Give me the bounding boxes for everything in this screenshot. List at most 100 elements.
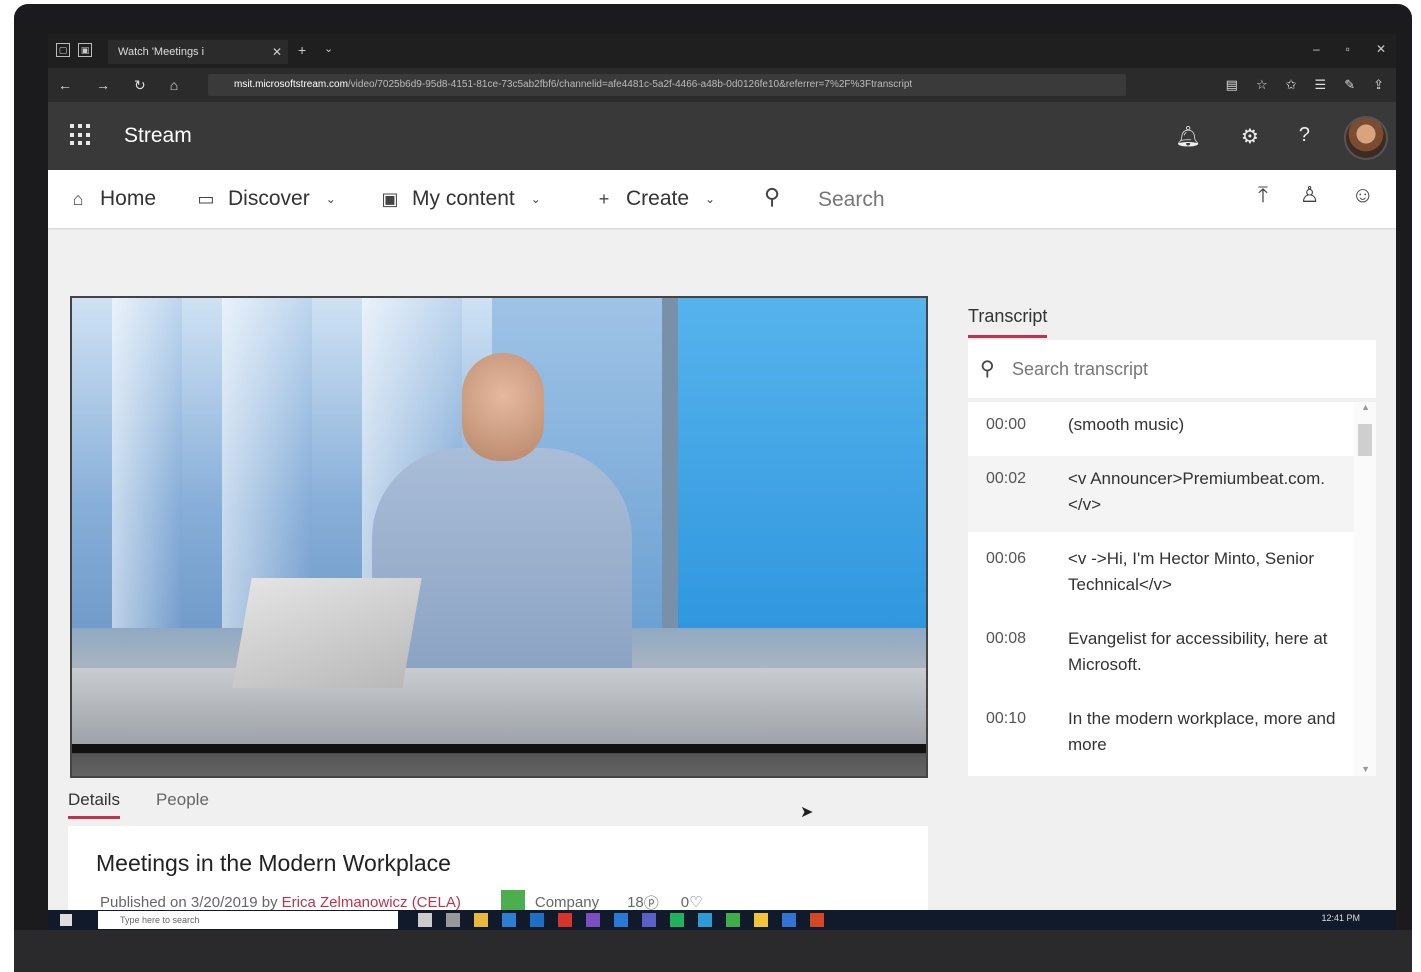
pen-icon[interactable]: ✎ (1344, 77, 1355, 93)
transcript-heading[interactable]: Transcript (968, 306, 1048, 338)
app-yellow-icon[interactable] (754, 913, 768, 927)
url-host: msit.microsoftstream.com (234, 79, 348, 90)
refresh-icon[interactable]: ↻ (134, 77, 146, 94)
transcript-text: <v ->Hi, I'm Hector Minto, Senior Techni… (1068, 549, 1315, 594)
close-icon[interactable]: ✕ (272, 40, 282, 64)
bell-icon[interactable]: 🔔︎ (1176, 124, 1201, 149)
new-tab-icon[interactable]: + (298, 42, 306, 58)
share-icon[interactable]: ⇪ (1373, 77, 1384, 93)
powerpoint-icon[interactable] (810, 913, 824, 927)
transcript-scrollbar[interactable]: ▲ ▼ (1354, 402, 1376, 776)
transcript-entry[interactable]: 00:08 Evangelist for accessibility, here… (968, 616, 1354, 692)
transcript-list: 00:00 (smooth music) 00:02 <v Announcer>… (968, 402, 1376, 776)
app-title[interactable]: Stream (124, 124, 192, 148)
search-icon[interactable]: ⚲ (764, 184, 780, 210)
chevron-up-icon[interactable]: ▲ (1361, 402, 1370, 412)
plus-icon: + (598, 188, 610, 209)
heart-icon[interactable]: ♡ (689, 893, 702, 911)
favorites-bar-icon[interactable]: ✩ (1286, 77, 1297, 93)
tab-set-aside-icon[interactable]: ▢ (56, 43, 70, 57)
hub-icon[interactable]: ☰ (1315, 77, 1327, 93)
transcript-time: 00:06 (986, 550, 1027, 567)
video-title: Meetings in the Modern Workplace (96, 850, 451, 876)
app-launcher-icon[interactable] (70, 124, 92, 146)
transcript-entry[interactable]: 00:10 In the modern workplace, more and … (968, 696, 1354, 772)
nav-right-actions: ⤒ ♙ ☺ (1258, 182, 1374, 208)
app-green-icon[interactable] (670, 913, 684, 927)
app-header: Stream 🔔︎ ⚙ ? (48, 102, 1396, 170)
transcript-text: Evangelist for accessibility, here at Mi… (1068, 629, 1328, 674)
outlook-icon[interactable] (530, 913, 544, 927)
word-icon[interactable] (782, 913, 796, 927)
nav-create-label: Create (626, 187, 690, 210)
favorite-icon[interactable]: ☆ (1256, 77, 1268, 93)
help-icon[interactable]: ? (1299, 124, 1310, 149)
gear-icon[interactable]: ⚙ (1241, 124, 1259, 149)
upload-icon[interactable]: ⤒ (1258, 182, 1268, 208)
tab-preview-icon[interactable]: ▣ (78, 43, 92, 57)
my-content-icon: ▣ (381, 188, 399, 209)
tab-actions: ▢ ▣ (56, 43, 92, 57)
reading-view-icon[interactable]: ▤ (1226, 77, 1238, 93)
transcript-text: <v Announcer>Premiumbeat.com.</v> (1068, 469, 1326, 514)
home-icon: ⌂ (72, 188, 84, 209)
tab-details[interactable]: Details (68, 790, 120, 819)
home-icon[interactable]: ⌂ (170, 77, 178, 94)
transcript-time: 00:10 (986, 710, 1027, 727)
avatar[interactable] (1344, 116, 1388, 160)
chevron-down-icon: ⌄ (325, 192, 336, 206)
transcript-time: 00:00 (986, 416, 1027, 433)
url-path: /video/7025b6d9-95d8-4151-81ce-73c5ab2fb… (347, 79, 913, 90)
teams-icon[interactable] (642, 913, 656, 927)
os-taskbar: Type here to search 12:41 PM (48, 910, 1396, 930)
back-icon[interactable]: ← (58, 77, 72, 94)
taskbar-clock: 12:41 PM (1321, 913, 1360, 923)
taskbar-search-input[interactable]: Type here to search (98, 911, 398, 929)
header-actions: 🔔︎ ⚙ ? (1176, 124, 1310, 149)
search-icon: ⚲ (980, 358, 995, 380)
app-red-icon[interactable] (558, 913, 572, 927)
tab-people[interactable]: People (156, 790, 209, 819)
nav-home[interactable]: ⌂ Home (66, 187, 156, 211)
browser-tab[interactable]: Watch 'Meetings i ✕ (108, 40, 288, 64)
close-window-icon[interactable]: ✕ (1376, 42, 1386, 56)
nav-my-content[interactable]: ▣ My content ⌄ (378, 187, 540, 211)
taskbar-apps (418, 913, 824, 927)
nav-my-content-label: My content (412, 187, 515, 210)
windows-start-icon[interactable] (60, 914, 72, 926)
scrollbar-thumb[interactable] (1358, 424, 1372, 456)
transcript-entry[interactable]: 00:06 <v ->Hi, I'm Hector Minto, Senior … (968, 536, 1354, 612)
browser-toolbar-right: ▤ ☆ ✩ ☰ ✎ ⇪ (1226, 77, 1384, 93)
forward-icon[interactable]: → (96, 77, 110, 94)
discover-icon: ▭ (197, 188, 215, 209)
cortana-icon[interactable] (418, 913, 432, 927)
chevron-down-icon[interactable]: ⌄ (324, 42, 333, 55)
edge-icon[interactable] (502, 913, 516, 927)
author-link[interactable]: Erica Zelmanowicz (CELA) (282, 894, 461, 911)
video-controls-bar[interactable] (72, 744, 926, 776)
minimize-icon[interactable]: – (1313, 42, 1320, 56)
maximize-icon[interactable]: ▫ (1346, 42, 1350, 56)
url-field[interactable]: msit.microsoftstream.com/video/7025b6d9-… (208, 74, 1126, 96)
transcript-entry[interactable]: 00:00 (smooth music) (968, 402, 1354, 452)
transcript-search-input[interactable]: Search transcript (1012, 359, 1148, 380)
nav-discover[interactable]: ▭ Discover ⌄ (194, 187, 336, 211)
app-blue-icon[interactable] (614, 913, 628, 927)
explorer-icon[interactable] (474, 913, 488, 927)
task-view-icon[interactable] (446, 913, 460, 927)
nav-create[interactable]: + Create ⌄ (592, 187, 715, 211)
mouse-cursor-icon: ➤ (800, 804, 814, 821)
onenote-icon[interactable] (586, 913, 600, 927)
chevron-down-icon[interactable]: ▼ (1361, 764, 1370, 774)
search-input[interactable]: Search (818, 188, 885, 212)
transcript-search[interactable]: ⚲ Search transcript (968, 340, 1376, 398)
excel-icon[interactable] (726, 913, 740, 927)
browser-address-bar: ← → ↻ ⌂ msit.microsoftstream.com/video/7… (48, 68, 1396, 102)
stream-nav: ⌂ Home ▭ Discover ⌄ ▣ My content ⌄ + Cre… (48, 170, 1396, 228)
video-player[interactable] (70, 296, 928, 778)
screen: ▢ ▣ Watch 'Meetings i ✕ + ⌄ – ▫ ✕ ← → ↻ … (48, 34, 1396, 930)
app-lightblue-icon[interactable] (698, 913, 712, 927)
person-icon[interactable]: ♙ (1300, 182, 1320, 208)
feedback-smiley-icon[interactable]: ☺ (1352, 182, 1374, 208)
transcript-entry-active[interactable]: 00:02 <v Announcer>Premiumbeat.com.</v> (968, 456, 1354, 532)
